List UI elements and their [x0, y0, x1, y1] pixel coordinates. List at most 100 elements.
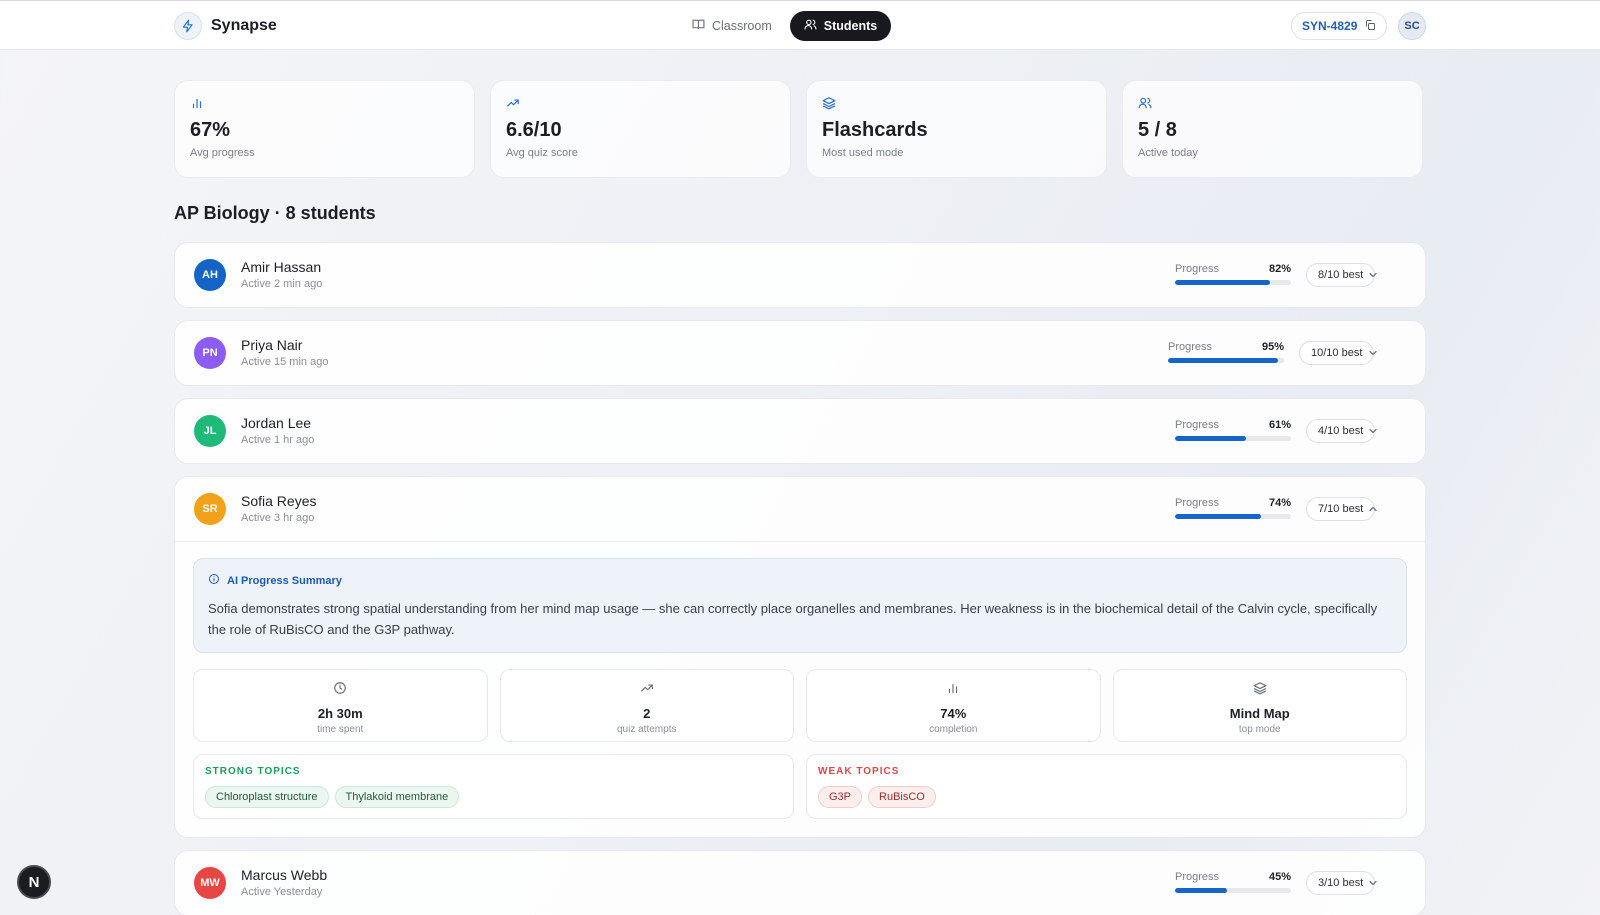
- top-bar: Synapse Classroom Students SYN-4829 SC: [0, 0, 1600, 50]
- tab-students[interactable]: Students: [789, 11, 892, 41]
- copy-icon: [1364, 19, 1376, 34]
- progress-label: Progress: [1175, 263, 1220, 275]
- topic-chip: RuBisCO: [868, 786, 936, 808]
- student-row[interactable]: JL Jordan Lee Active 1 hr ago Progress 61…: [174, 398, 1426, 464]
- progress-bar-fill: [1175, 514, 1261, 519]
- progress-indicator: Progress 61%: [1175, 419, 1291, 441]
- tab-classroom[interactable]: Classroom: [678, 11, 786, 41]
- student-name: Sofia Reyes: [241, 493, 317, 509]
- class-code-copy-button[interactable]: SYN-4829: [1291, 12, 1388, 40]
- stat-label: Avg progress: [190, 147, 255, 159]
- best-score-badge: 4/10 best: [1306, 419, 1376, 443]
- student-name: Priya Nair: [241, 337, 303, 353]
- metric-top-mode: Mind Map top mode: [1112, 669, 1407, 742]
- metric-value: 2h 30m: [317, 706, 363, 721]
- trending-up-icon: [506, 95, 775, 111]
- student-name: Marcus Webb: [241, 867, 328, 883]
- avatar: SR: [194, 493, 226, 525]
- stat-value: 6.6/10: [506, 119, 562, 141]
- student-last-active: Active Yesterday: [241, 886, 323, 898]
- chevron-down-icon[interactable]: [1367, 347, 1379, 359]
- book-icon: [692, 18, 705, 34]
- stat-card-avg-quiz-score: 6.6/10 Avg quiz score: [490, 80, 791, 178]
- dev-tools-badge[interactable]: N: [17, 865, 51, 899]
- brand[interactable]: Synapse: [174, 12, 277, 40]
- avatar: PN: [194, 337, 226, 369]
- student-last-active: Active 15 min ago: [241, 356, 329, 368]
- metrics-row: 2h 30m time spent 2 quiz attempts 74% co…: [193, 669, 1407, 742]
- ai-progress-summary: AI Progress Summary Sofia demonstrates s…: [193, 558, 1407, 653]
- student-name: Amir Hassan: [241, 259, 322, 275]
- progress-percent: 95%: [1261, 341, 1284, 353]
- stat-value: 5 / 8: [1138, 119, 1177, 141]
- progress-indicator: Progress 45%: [1175, 871, 1291, 893]
- layers-icon: [1253, 681, 1267, 700]
- chevron-down-icon[interactable]: [1367, 269, 1379, 281]
- strong-topics-title: STRONG TOPICS: [205, 766, 301, 777]
- nav-tabs: Classroom Students: [678, 11, 892, 41]
- student-last-active: Active 2 min ago: [241, 278, 323, 290]
- bar-chart-icon: [190, 95, 459, 111]
- avatar: JL: [194, 415, 226, 447]
- metric-value: 74%: [940, 706, 967, 721]
- metric-value: Mind Map: [1229, 706, 1290, 721]
- progress-bar-fill: [1175, 436, 1246, 441]
- brand-name: Synapse: [211, 17, 277, 34]
- metric-quiz-attempts: 2 quiz attempts: [499, 669, 794, 742]
- bar-chart-icon: [946, 681, 960, 700]
- student-last-active: Active 1 hr ago: [241, 434, 315, 446]
- progress-label: Progress: [1168, 341, 1213, 353]
- student-row[interactable]: MW Marcus Webb Active Yesterday Progress…: [174, 850, 1426, 915]
- best-score-badge: 3/10 best: [1306, 871, 1376, 895]
- progress-bar: [1175, 888, 1291, 893]
- student-row[interactable]: AH Amir Hassan Active 2 min ago Progress…: [174, 242, 1426, 308]
- weak-topics-title: WEAK TOPICS: [818, 766, 900, 777]
- tab-students-label: Students: [823, 19, 878, 33]
- topic-chip: Chloroplast structure: [205, 786, 329, 808]
- student-row[interactable]: PN Priya Nair Active 15 min ago Progress…: [174, 320, 1426, 386]
- best-score-badge: 10/10 best: [1299, 341, 1375, 365]
- metric-label: top mode: [1238, 724, 1281, 735]
- stats-row: 67% Avg progress 6.6/10 Avg quiz score F…: [174, 80, 1423, 178]
- progress-indicator: Progress 74%: [1175, 497, 1291, 519]
- metric-time-spent: 2h 30m time spent: [193, 669, 488, 742]
- student-row-expanded[interactable]: SR Sofia Reyes Active 3 hr ago Progress 7…: [174, 476, 1426, 838]
- stat-label: Most used mode: [822, 147, 904, 159]
- summary-text: Sofia demonstrates strong spatial unders…: [208, 601, 1378, 637]
- stat-value: 67%: [190, 119, 231, 141]
- stat-label: Active today: [1138, 147, 1198, 159]
- topic-chip: G3P: [818, 786, 863, 808]
- stat-value: Flashcards: [822, 119, 928, 141]
- progress-label: Progress: [1175, 497, 1220, 509]
- stat-card-active-today: 5 / 8 Active today: [1122, 80, 1423, 178]
- progress-indicator: Progress 82%: [1175, 263, 1291, 285]
- summary-title: AI Progress Summary: [227, 574, 342, 587]
- progress-bar: [1175, 280, 1291, 285]
- weak-topics: WEAK TOPICS G3P RuBisCO: [806, 754, 1407, 819]
- chevron-down-icon[interactable]: [1367, 425, 1379, 437]
- metric-completion: 74% completion: [806, 669, 1101, 742]
- progress-percent: 45%: [1268, 871, 1291, 883]
- progress-label: Progress: [1175, 419, 1220, 431]
- user-avatar[interactable]: SC: [1398, 12, 1426, 40]
- section-title: AP Biology · 8 students: [174, 203, 376, 223]
- topic-chip: Thylakoid membrane: [334, 786, 460, 808]
- users-icon: [804, 18, 817, 34]
- avatar: MW: [194, 867, 226, 899]
- topics-row: STRONG TOPICS Chloroplast structure Thyl…: [193, 754, 1407, 819]
- avatar: AH: [194, 259, 226, 291]
- progress-bar: [1175, 514, 1291, 519]
- chevron-up-icon[interactable]: [1367, 503, 1379, 515]
- divider: [175, 541, 1425, 542]
- metric-label: time spent: [317, 724, 364, 735]
- progress-bar: [1175, 436, 1291, 441]
- progress-label: Progress: [1175, 871, 1220, 883]
- metric-label: completion: [929, 724, 978, 735]
- layers-icon: [822, 95, 1091, 111]
- chevron-down-icon[interactable]: [1367, 877, 1379, 889]
- best-score-badge: 8/10 best: [1306, 263, 1376, 287]
- best-score-badge: 7/10 best: [1306, 497, 1376, 521]
- strong-topics: STRONG TOPICS Chloroplast structure Thyl…: [193, 754, 794, 819]
- metric-label: quiz attempts: [617, 724, 677, 735]
- class-code: SYN-4829: [1302, 19, 1358, 33]
